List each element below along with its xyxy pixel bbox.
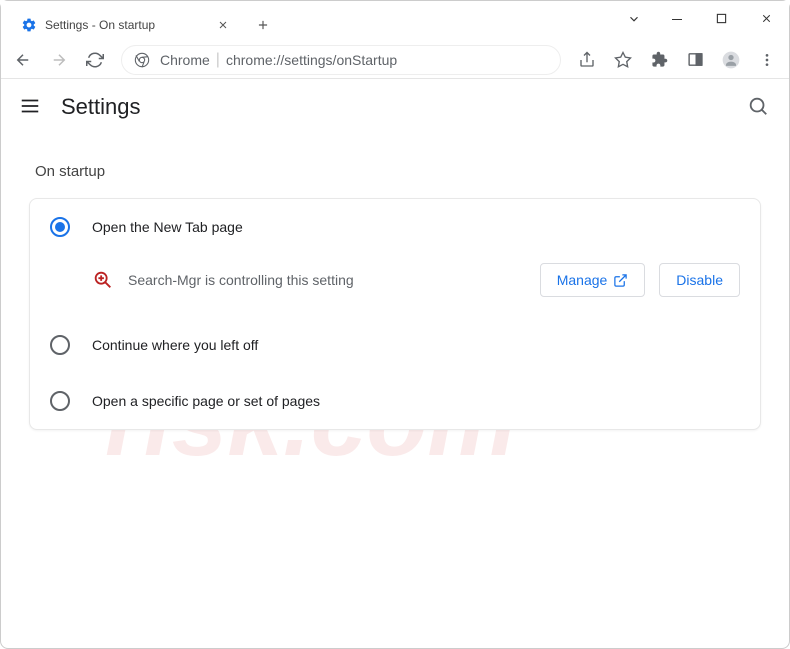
reload-button[interactable] [79,44,111,76]
profile-icon[interactable] [715,44,747,76]
maximize-button[interactable] [699,1,744,36]
manage-button[interactable]: Manage [540,263,646,297]
notice-text: Search-Mgr is controlling this setting [128,272,526,288]
hamburger-icon[interactable] [19,95,43,119]
share-icon[interactable] [571,44,603,76]
omnibox-url: chrome://settings/onStartup [226,52,397,68]
settings-header: Settings [1,79,789,135]
magnifier-plus-icon [92,269,114,291]
radio-button[interactable] [50,217,70,237]
sidepanel-icon[interactable] [679,44,711,76]
chrome-icon [134,52,150,68]
close-window-button[interactable] [744,1,789,36]
radio-button[interactable] [50,391,70,411]
tabs-dropdown-button[interactable] [614,1,654,36]
omnibox-label: Chrome [160,52,210,68]
new-tab-button[interactable] [249,11,277,39]
gear-icon [21,17,37,33]
radio-option-new-tab[interactable]: Open the New Tab page [30,199,760,255]
search-icon[interactable] [747,95,771,119]
startup-card: Open the New Tab page Search-Mgr is cont… [29,198,761,430]
browser-tab[interactable]: Settings - On startup [11,9,241,41]
radio-label: Continue where you left off [92,337,258,353]
radio-option-continue[interactable]: Continue where you left off [30,317,760,373]
omnibox-separator: | [216,51,220,69]
extensions-icon[interactable] [643,44,675,76]
section-title: On startup [35,163,761,180]
disable-button[interactable]: Disable [659,263,740,297]
radio-option-specific[interactable]: Open a specific page or set of pages [30,373,760,429]
menu-icon[interactable] [751,44,783,76]
radio-label: Open the New Tab page [92,219,243,235]
bookmark-icon[interactable] [607,44,639,76]
radio-label: Open a specific page or set of pages [92,393,320,409]
settings-content: On startup Open the New Tab page Search-… [1,135,789,440]
manage-label: Manage [557,272,608,288]
page-title: Settings [61,94,747,120]
extension-notice: Search-Mgr is controlling this setting M… [30,255,760,317]
back-button[interactable] [7,44,39,76]
window-titlebar: Settings - On startup [1,1,789,41]
close-icon[interactable] [217,18,231,32]
browser-toolbar: Chrome | chrome://settings/onStartup [1,41,789,79]
minimize-button[interactable] [654,1,699,36]
disable-label: Disable [676,272,723,288]
radio-button[interactable] [50,335,70,355]
external-link-icon [613,273,628,288]
forward-button[interactable] [43,44,75,76]
tab-title: Settings - On startup [45,18,217,32]
address-bar[interactable]: Chrome | chrome://settings/onStartup [121,45,561,75]
